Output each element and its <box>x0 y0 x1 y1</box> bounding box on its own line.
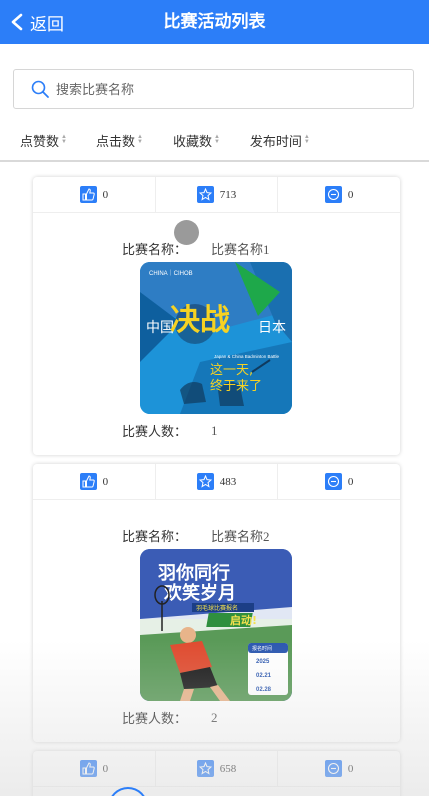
competition-name: 比赛名称2 <box>211 529 270 544</box>
favorite-button[interactable]: 713 <box>156 177 279 212</box>
sort-publish-time-label: 发布时间 <box>249 133 302 149</box>
svg-text:CHINA｜CIHOB: CHINA｜CIHOB <box>149 270 193 277</box>
svg-text:终于来了: 终于来了 <box>210 378 262 394</box>
stats-bar: 0 483 0 <box>33 464 400 500</box>
star-icon <box>196 186 214 203</box>
svg-text:报名时间: 报名时间 <box>252 645 272 652</box>
back-label: 返回 <box>30 14 64 34</box>
search-icon <box>31 80 49 98</box>
thumbs-up-icon <box>79 473 97 490</box>
comment-button[interactable]: 0 <box>278 464 400 499</box>
like-button[interactable]: 0 <box>33 177 156 212</box>
sort-clicks[interactable]: 点击数 ▲ ▼ <box>96 128 143 152</box>
competition-card[interactable]: 0 658 0 <box>33 751 400 796</box>
svg-text:欢笑岁月: 欢笑岁月 <box>163 582 236 604</box>
stats-bar: 0 713 0 <box>33 177 400 213</box>
like-count: 0 <box>102 188 109 201</box>
svg-text:日本: 日本 <box>258 320 286 336</box>
name-label: 比赛名称： <box>122 529 188 544</box>
sort-likes[interactable]: 点赞数 ▲ ▼ <box>20 128 67 152</box>
top-bar: 返回 比赛活动列表 <box>0 0 429 44</box>
chevron-left-icon <box>11 13 23 31</box>
like-button[interactable]: 0 <box>33 751 156 786</box>
svg-text:羽毛球比赛报名: 羽毛球比赛报名 <box>196 604 238 612</box>
svg-text:Japan & China Badminton Battle: Japan & China Badminton Battle <box>214 354 280 359</box>
count-label: 比赛人数： <box>122 424 188 439</box>
participant-count: 2 <box>211 709 218 725</box>
sort-favorites-label: 收藏数 <box>172 133 212 149</box>
competition-card[interactable]: 0 483 0 比赛名称： 比赛名称2 报名时间 2025 02.21 02.2… <box>33 464 400 742</box>
thumbs-up-icon <box>79 760 97 777</box>
like-button[interactable]: 0 <box>33 464 156 499</box>
comment-button[interactable]: 0 <box>278 177 400 212</box>
poster-art: 报名时间 2025 02.21 02.28 羽你同行 欢笑岁月 羽毛球比赛报名 … <box>140 549 292 701</box>
favorite-count: 483 <box>219 475 237 488</box>
comment-icon <box>324 760 342 777</box>
sort-arrows-icon: ▲ ▼ <box>213 134 220 145</box>
favorite-count: 658 <box>219 762 237 775</box>
favorite-button[interactable]: 483 <box>156 464 279 499</box>
svg-text:02.28: 02.28 <box>256 687 272 693</box>
sort-favorites[interactable]: 收藏数 ▲ ▼ <box>173 128 220 152</box>
sort-arrows-icon: ▲ ▼ <box>303 134 310 145</box>
competition-name: 比赛名称1 <box>211 242 270 257</box>
comment-icon <box>324 186 342 203</box>
svg-text:02.21: 02.21 <box>256 673 272 679</box>
favorite-button[interactable]: 658 <box>156 751 279 786</box>
poster-art: CHINA｜CIHOB 中国 日本 决战 Japan & China Badmi… <box>140 262 292 414</box>
favorite-count: 713 <box>219 188 237 201</box>
star-icon <box>196 760 214 777</box>
name-label: 比赛名称： <box>122 242 188 257</box>
count-label: 比赛人数： <box>122 711 188 726</box>
touch-indicator <box>174 220 199 245</box>
comment-count: 0 <box>347 188 354 201</box>
count-row: 比赛人数： 2 <box>122 708 218 727</box>
star-icon <box>196 473 214 490</box>
sort-clicks-label: 点击数 <box>95 133 135 149</box>
search-box[interactable] <box>13 69 414 109</box>
sort-bar: 点赞数 ▲ ▼ 点击数 ▲ ▼ 收藏数 ▲ ▼ 发布时间 ▲ ▼ <box>0 128 429 162</box>
svg-text:这一天,: 这一天, <box>210 362 253 378</box>
sort-arrows-icon: ▲ ▼ <box>136 134 143 145</box>
thumbs-up-icon <box>79 186 97 203</box>
page-title: 比赛活动列表 <box>163 12 266 31</box>
search-input[interactable] <box>56 81 376 97</box>
comment-count: 0 <box>347 762 354 775</box>
sort-publish-time[interactable]: 发布时间 ▲ ▼ <box>250 128 310 152</box>
svg-text:2025: 2025 <box>256 659 270 665</box>
competition-poster-image[interactable]: 报名时间 2025 02.21 02.28 羽你同行 欢笑岁月 羽毛球比赛报名 … <box>140 549 292 701</box>
like-count: 0 <box>102 475 109 488</box>
competition-card[interactable]: 0 713 0 比赛名称： 比赛名称1 CHINA｜CIHOB 中国 日本 决战… <box>33 177 400 455</box>
comment-count: 0 <box>347 475 354 488</box>
sort-arrows-icon: ▲ ▼ <box>61 134 67 145</box>
comment-icon <box>324 473 342 490</box>
count-row: 比赛人数： 1 <box>122 421 218 440</box>
back-button[interactable]: 返回 <box>10 0 64 44</box>
comment-button[interactable]: 0 <box>278 751 400 786</box>
like-count: 0 <box>102 762 109 775</box>
competition-poster-image[interactable]: CHINA｜CIHOB 中国 日本 决战 Japan & China Badmi… <box>140 262 292 414</box>
svg-text:决战: 决战 <box>170 303 230 338</box>
svg-text:羽你同行: 羽你同行 <box>158 562 230 584</box>
participant-count: 1 <box>211 422 218 438</box>
sort-likes-label: 点赞数 <box>20 133 60 149</box>
stats-bar: 0 658 0 <box>33 751 400 787</box>
name-row: 比赛名称： 比赛名称1 <box>122 239 270 258</box>
svg-text:启动!: 启动! <box>230 613 257 627</box>
name-row: 比赛名称： 比赛名称2 <box>122 526 270 545</box>
